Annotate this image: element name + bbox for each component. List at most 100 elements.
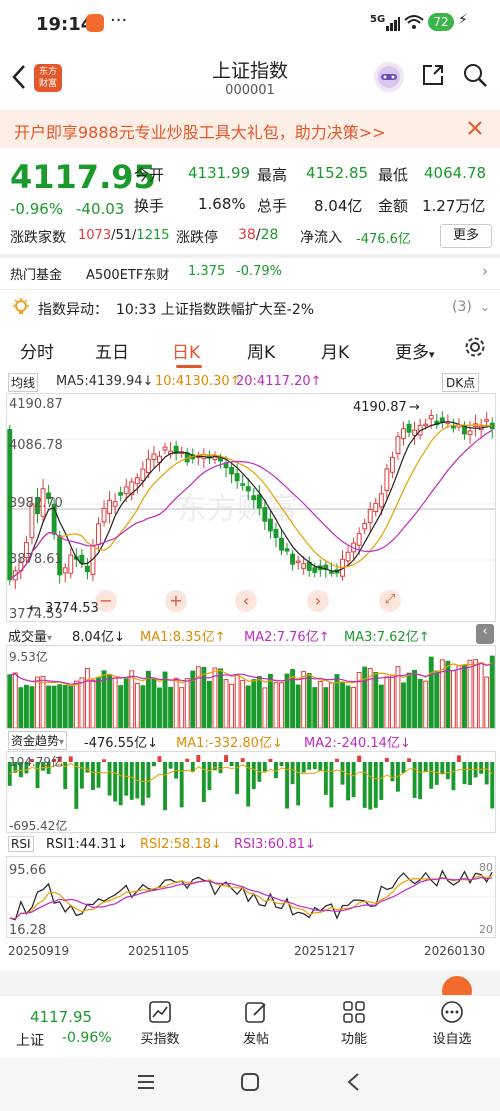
system-back-button[interactable]	[344, 1072, 364, 1096]
fund-selector[interactable]: 资金趋势▾	[8, 731, 68, 750]
volume-bar	[79, 677, 85, 728]
search-button[interactable]	[462, 62, 488, 92]
rsi-bottom: 16.28	[9, 923, 46, 937]
fund-bar	[445, 762, 450, 780]
zoom-in-button[interactable]: +	[165, 590, 187, 612]
candle	[301, 563, 307, 569]
volume-label: 成交量	[8, 630, 48, 645]
share-button[interactable]	[420, 62, 446, 92]
fund-bar	[279, 762, 284, 767]
rsi-legend: RSI RSI1:44.31↓ RSI2:58.18↓ RSI3:60.81↓	[0, 835, 500, 855]
zoom-out-button[interactable]: −	[95, 590, 117, 612]
fund-bar	[418, 762, 423, 800]
fund-bar	[129, 762, 134, 800]
fund-bar	[329, 762, 334, 808]
dk-point-button[interactable]: DK点	[442, 373, 480, 392]
limit-label: 涨跌停	[176, 230, 218, 246]
ma-selector[interactable]: 均线	[8, 373, 39, 392]
gear-icon	[465, 337, 485, 357]
min-price-marker: 3774.53	[45, 601, 99, 616]
candle	[373, 502, 379, 513]
y-axis-top: 4190.87	[9, 397, 63, 412]
volume-bar	[351, 686, 357, 728]
promo-banner[interactable]: 开户即享9888元专业炒股工具大礼包，助力决策>>	[0, 110, 500, 148]
tab-five-day[interactable]: 五日	[95, 338, 129, 363]
fullscreen-button[interactable]: ⤢	[379, 590, 401, 612]
volume-bar	[467, 659, 473, 728]
flat-count: 51	[115, 228, 133, 243]
volume-bar	[229, 683, 235, 728]
candle	[118, 492, 124, 496]
fund-bar	[490, 762, 495, 809]
fund-bar	[152, 762, 156, 767]
edit-icon	[245, 1002, 266, 1023]
chart-settings-button[interactable]	[464, 336, 486, 363]
candle	[256, 494, 262, 509]
index-alert-row[interactable]: 指数异动： 10:33 上证指数跌幅扩大至-2% (3) ⌄	[0, 292, 500, 324]
volume-bar	[273, 682, 279, 728]
ma-legend: 均线 MA5:4139.94↓ 10:4130.30↑ 20:4117.20↑ …	[0, 372, 500, 392]
chevron-down-icon: ⌄	[480, 300, 491, 314]
more-circle-icon	[441, 1001, 463, 1023]
add-watchlist-button[interactable]: 设自选	[426, 1000, 478, 1047]
volume-bar	[107, 673, 113, 728]
volume-selector[interactable]: 成交量▾	[8, 626, 52, 645]
close-banner-button[interactable]	[466, 119, 484, 141]
tab-daily-k[interactable]: 日K	[172, 338, 200, 363]
tab-monthly-k[interactable]: 月K	[321, 338, 349, 363]
fund-bar	[323, 762, 328, 795]
volume-bar	[489, 655, 495, 728]
alert-count: (3)	[452, 299, 472, 315]
volume-chart: 9.53亿	[7, 649, 495, 728]
tab-intraday[interactable]: 分时	[20, 338, 54, 363]
volume-bar	[123, 678, 129, 728]
open-value: 4131.99	[188, 164, 251, 182]
alert-bulb-icon	[12, 298, 30, 320]
fund-bar	[479, 762, 484, 774]
volume-bar	[173, 677, 179, 728]
home-button[interactable]	[240, 1072, 260, 1096]
volume-ymax: 9.53亿	[9, 649, 48, 664]
menu-icon	[138, 1075, 154, 1089]
plus-icon: +	[169, 591, 183, 610]
collapse-panel-button[interactable]: ‹	[476, 624, 494, 644]
limit-counts: 38/28	[238, 227, 279, 243]
volume-bar	[118, 685, 124, 728]
low-label: 最低	[378, 166, 409, 184]
candle	[251, 495, 257, 501]
buy-index-button[interactable]: 买指数	[134, 1000, 186, 1047]
volume-bar	[184, 678, 190, 728]
volume-bar	[378, 684, 384, 728]
date-label: 20250919	[8, 944, 70, 958]
scroll-right-button[interactable]: ›	[307, 590, 329, 612]
tab-weekly-k[interactable]: 周K	[247, 338, 275, 363]
status-bar: 19:14 ··· 5G 72 ⚡	[0, 0, 500, 48]
scroll-left-button[interactable]: ‹	[235, 590, 257, 612]
candle	[406, 423, 412, 433]
rsi-top: 95.66	[9, 863, 46, 878]
volume-bar	[340, 681, 345, 728]
tab-more-label: 更多	[395, 343, 429, 363]
more-quote-button[interactable]: 更多	[440, 224, 492, 248]
kline-panel[interactable]: 东方财富 4190.87 4086.78 3982.70 3878.61 377…	[6, 393, 496, 622]
candle	[378, 493, 384, 508]
min-marker-arrow: ←	[29, 601, 40, 616]
recent-apps-button[interactable]	[136, 1072, 156, 1096]
rsi-80: 80	[479, 861, 493, 874]
post-label: 发帖	[242, 1032, 269, 1047]
candle	[123, 486, 129, 495]
volume-bar	[240, 679, 246, 728]
functions-button[interactable]: 功能	[328, 1000, 380, 1047]
volume-bar	[112, 677, 118, 728]
rsi-selector[interactable]: RSI	[8, 836, 34, 852]
ai-assistant-avatar[interactable]	[374, 62, 404, 92]
volume-bar	[57, 684, 63, 728]
hot-fund-pct: -0.79%	[236, 264, 282, 279]
chevron-right-icon: ›	[314, 591, 322, 610]
post-button[interactable]: 发帖	[230, 1000, 282, 1047]
hot-fund-row[interactable]: 热门基金 A500ETF东财 1.375 -0.79% ›	[0, 258, 500, 286]
status-time: 19:14	[36, 14, 94, 35]
tab-more[interactable]: 更多▾	[395, 338, 435, 363]
fund-bar	[429, 762, 434, 789]
volume-bar	[456, 665, 462, 728]
